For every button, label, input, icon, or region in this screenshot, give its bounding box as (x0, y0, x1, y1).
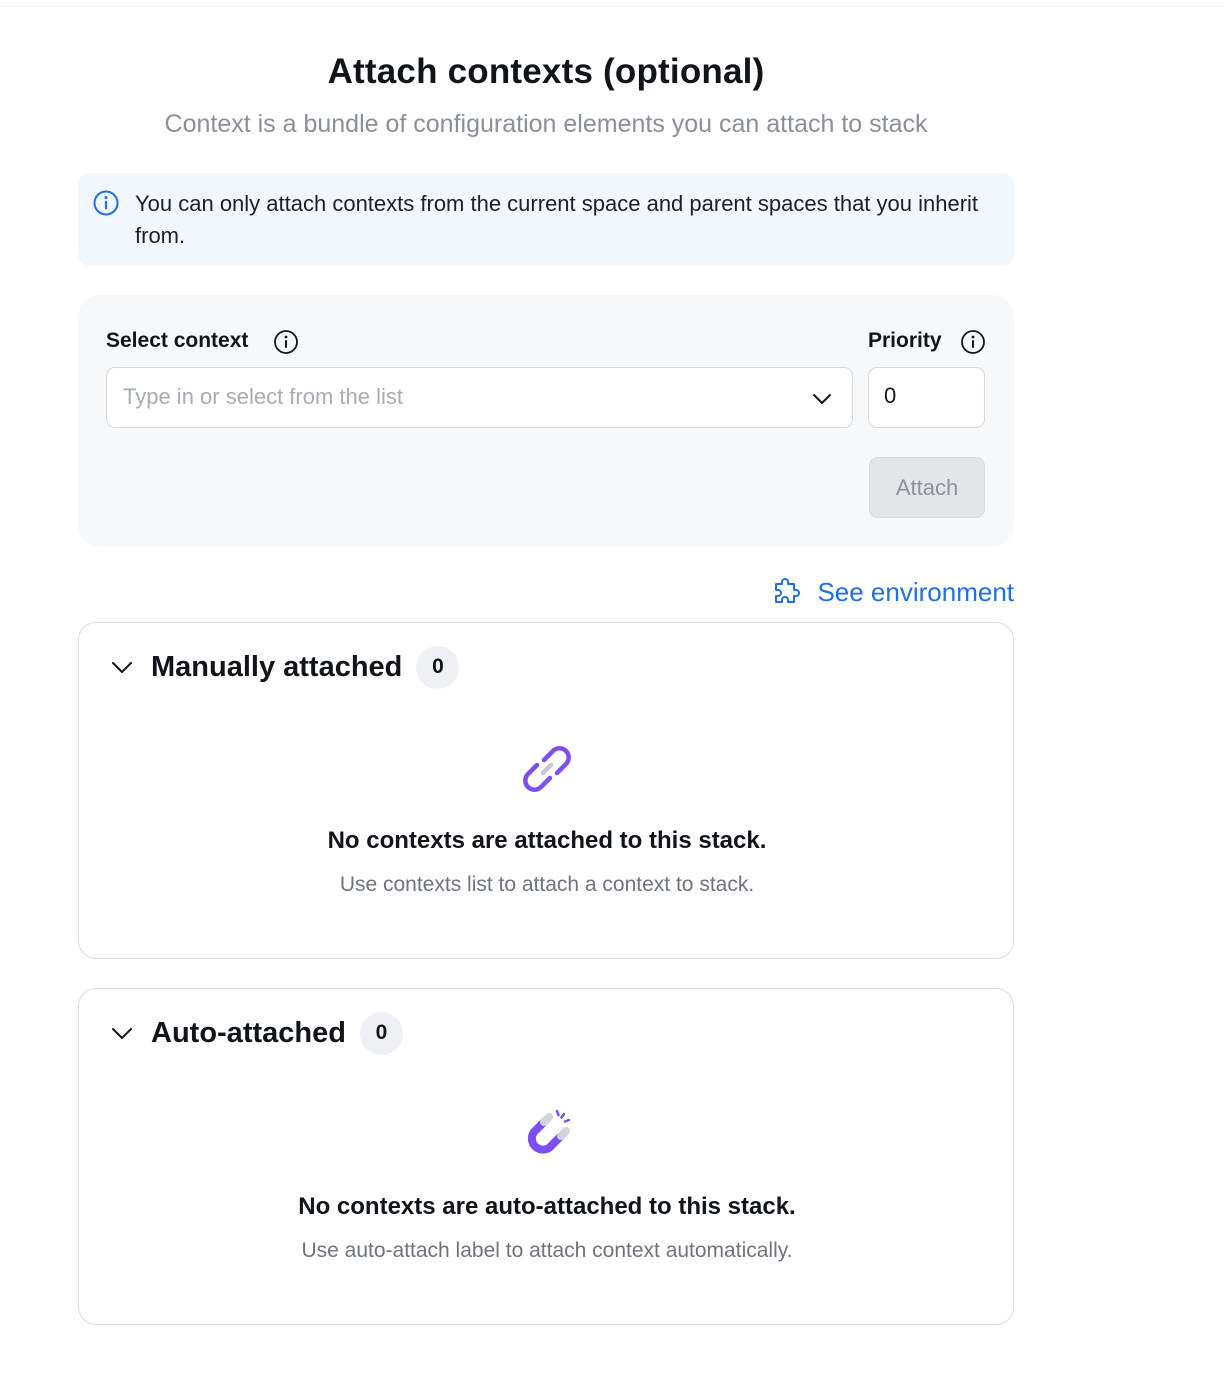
magnet-icon (527, 1109, 571, 1154)
attach-button[interactable]: Attach (869, 457, 985, 518)
auto-attached-empty-title: No contexts are auto-attached to this st… (298, 1193, 796, 1220)
auto-attached-title: Auto-attached (151, 1016, 346, 1049)
page-subtitle: Context is a bundle of configuration ele… (164, 110, 928, 138)
auto-attached-empty-subtitle: Use auto-attach label to attach context … (301, 1239, 793, 1262)
manually-attached-empty-title: No contexts are attached to this stack. (327, 827, 767, 854)
chevron-down-icon[interactable] (109, 1020, 135, 1046)
link-icon (523, 746, 571, 792)
priority-info-icon[interactable] (960, 329, 986, 355)
auto-attached-section: Auto-attached 0 No contexts are auto-att… (78, 988, 1014, 1325)
manually-attached-empty-subtitle: Use contexts list to attach a context to… (339, 873, 755, 896)
chevron-down-icon[interactable] (810, 387, 834, 411)
select-context-label: Select context (106, 329, 249, 352)
attach-form-panel: Select context Priority Type in or selec… (78, 295, 1014, 547)
info-banner-text: You can only attach contexts from the cu… (135, 191, 979, 248)
page-title: Attach contexts (optional) (327, 52, 765, 91)
select-context-info-icon[interactable] (273, 329, 299, 355)
select-context-placeholder: Type in or select from the list (123, 384, 403, 409)
select-context-dropdown[interactable]: Type in or select from the list (106, 367, 853, 428)
manually-attached-section: Manually attached 0 No contexts are atta… (78, 622, 1014, 959)
priority-label: Priority (868, 329, 942, 352)
manually-attached-header[interactable]: Manually attached 0 (109, 645, 460, 689)
info-banner: You can only attach contexts from the cu… (78, 173, 1014, 266)
auto-attached-count-badge: 0 (359, 1011, 403, 1055)
manually-attached-title: Manually attached (151, 650, 403, 683)
manually-attached-count-badge: 0 (416, 645, 460, 689)
see-environment-link[interactable]: See environment (771, 575, 1014, 609)
see-environment-label[interactable]: See environment (817, 577, 1014, 608)
puzzle-icon (775, 578, 801, 603)
priority-input[interactable]: 0 (868, 367, 985, 428)
auto-attached-header[interactable]: Auto-attached 0 (109, 1011, 403, 1055)
info-icon (93, 190, 119, 216)
top-divider (0, 6, 1224, 7)
chevron-down-icon[interactable] (109, 654, 135, 680)
